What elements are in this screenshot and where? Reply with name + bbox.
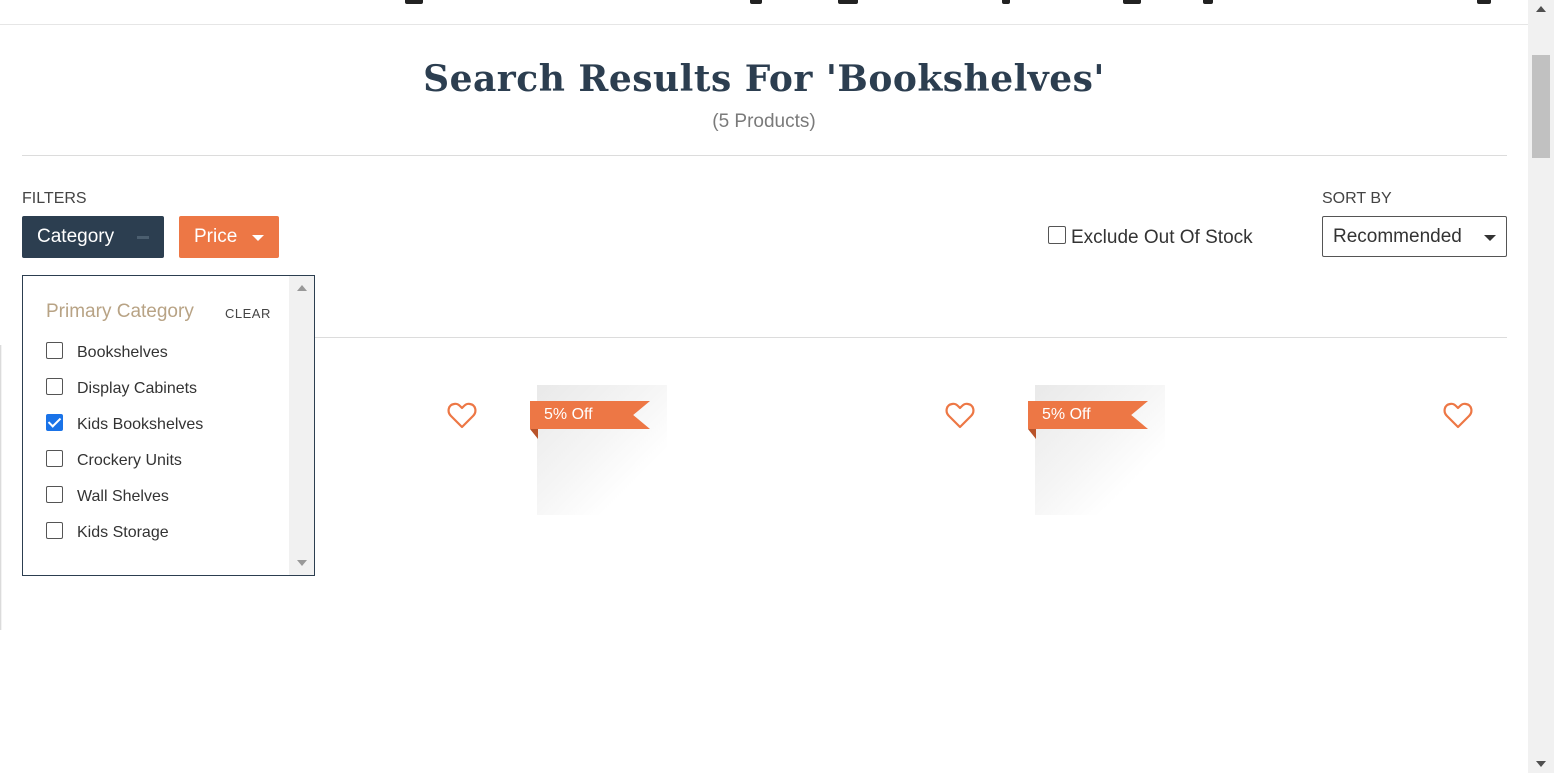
category-option-wall-shelves[interactable]: Wall Shelves: [46, 485, 169, 506]
nav-text-fragment: [1123, 0, 1141, 4]
category-filter-button[interactable]: Category: [22, 216, 164, 270]
price-filter-button[interactable]: Price: [179, 216, 279, 258]
nav-text-fragment: [405, 0, 423, 4]
heart-icon[interactable]: [945, 401, 975, 429]
nav-text-fragment: [1203, 0, 1213, 4]
sort-by-label: SORT BY: [1322, 190, 1392, 207]
category-option-kids-storage[interactable]: Kids Storage: [46, 521, 169, 542]
product-card-edge: [0, 345, 2, 630]
chevron-down-icon: [1484, 235, 1496, 241]
category-option-display-cabinets[interactable]: Display Cabinets: [46, 377, 198, 398]
option-label: Bookshelves: [77, 344, 168, 361]
nav-text-fragment: [750, 0, 762, 4]
results-count: (5 Products): [712, 111, 816, 132]
page-scrollbar[interactable]: [1528, 0, 1554, 773]
chevron-down-icon: [252, 235, 264, 241]
exclude-out-of-stock-checkbox[interactable]: [1048, 226, 1066, 244]
checkbox[interactable]: [46, 485, 63, 503]
primary-category-heading: Primary Category: [46, 301, 194, 322]
exclude-out-of-stock-toggle[interactable]: Exclude Out Of Stock: [1048, 226, 1253, 249]
category-option-kids-bookshelves[interactable]: Kids Bookshelves: [46, 413, 204, 434]
exclude-out-of-stock-label: Exclude Out Of Stock: [1071, 227, 1253, 248]
top-nav-bar: [0, 0, 1528, 25]
scroll-up-icon[interactable]: [1536, 6, 1546, 12]
scrollbar-thumb[interactable]: [1532, 55, 1550, 158]
price-filter-label: Price: [194, 226, 238, 247]
option-label: Crockery Units: [77, 452, 182, 469]
discount-badge: 5% Off: [1028, 401, 1148, 429]
heart-icon[interactable]: [1443, 401, 1473, 429]
divider: [22, 155, 1507, 156]
category-option-crockery-units[interactable]: Crockery Units: [46, 449, 182, 470]
scroll-up-icon[interactable]: [297, 285, 307, 291]
checkbox[interactable]: [46, 521, 63, 539]
ribbon-fold: [530, 429, 538, 439]
nav-text-fragment: [1002, 0, 1010, 4]
option-label: Kids Bookshelves: [77, 416, 204, 433]
checkbox-checked[interactable]: [46, 413, 63, 431]
checkbox[interactable]: [46, 449, 63, 467]
option-label: Wall Shelves: [77, 488, 169, 505]
discount-badge: 5% Off: [530, 401, 650, 429]
option-label: Kids Storage: [77, 524, 169, 541]
scroll-down-icon[interactable]: [1536, 761, 1546, 767]
sort-selected-value: Recommended: [1333, 225, 1462, 247]
category-dropdown-panel: Primary Category CLEAR Bookshelves Displ…: [22, 275, 315, 576]
nav-text-fragment: [838, 0, 858, 4]
ribbon-fold: [1028, 429, 1036, 439]
option-label: Display Cabinets: [77, 380, 198, 397]
heart-icon[interactable]: [447, 401, 477, 429]
clear-button[interactable]: CLEAR: [225, 306, 271, 321]
scroll-down-icon[interactable]: [297, 560, 307, 566]
panel-scrollbar[interactable]: [289, 276, 314, 575]
checkbox[interactable]: [46, 377, 63, 395]
category-filter-label: Category: [37, 226, 115, 247]
checkbox[interactable]: [46, 341, 63, 359]
page-title: Search Results For 'Bookshelves': [423, 58, 1105, 100]
dropdown-pointer: [59, 258, 83, 270]
nav-text-fragment: [1477, 0, 1491, 4]
collapse-icon: [137, 236, 149, 239]
sort-select[interactable]: Recommended: [1322, 216, 1507, 257]
filters-label: FILTERS: [22, 190, 87, 207]
category-option-bookshelves[interactable]: Bookshelves: [46, 341, 168, 362]
